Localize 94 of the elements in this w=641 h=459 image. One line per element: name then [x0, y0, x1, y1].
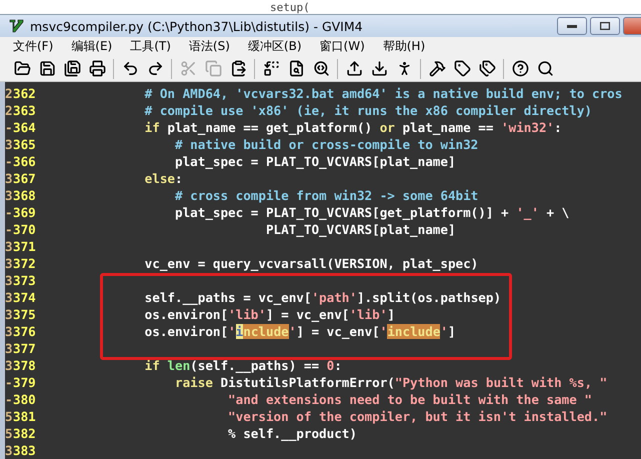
find-code-icon — [312, 60, 330, 78]
copy-icon — [204, 60, 222, 78]
menu-item[interactable]: 语法(S) — [180, 38, 239, 56]
fold-marker: 3 — [5, 188, 13, 203]
undo-icon — [122, 60, 138, 78]
fold-marker: 3 — [5, 171, 13, 186]
line-number: 367 — [13, 171, 37, 186]
folder-icon — [14, 60, 30, 78]
fold-marker: 3 — [5, 358, 13, 373]
line-number: 370 — [13, 222, 37, 237]
code-line: # On AMD64, 'vcvars32.bat amd64' is a native build env; to cros — [144, 86, 622, 101]
line-number: 369 — [13, 205, 37, 220]
code-line: # native build or cross-compile to win32 — [174, 137, 478, 152]
line-number: 371 — [13, 239, 37, 254]
fold-marker: - — [5, 154, 13, 169]
code-line: raise DistutilsPlatformError("Python was built with %s, " — [174, 375, 608, 390]
code-line: % self.__product) — [227, 426, 357, 441]
line-number: 362 — [13, 86, 37, 101]
clipboard-icon — [230, 60, 246, 78]
line-number: 364 — [13, 120, 37, 135]
menu-item[interactable]: 缓冲区(B) — [238, 38, 311, 56]
background-code-text: setup( — [270, 0, 310, 14]
line-number: 377 — [13, 341, 37, 356]
menu-item[interactable]: 帮助(H) — [374, 38, 434, 56]
code-line: if len(self.__paths) == 0: — [144, 358, 342, 373]
menu-item[interactable]: 文件(F) — [4, 38, 62, 56]
line-number: 380 — [13, 392, 37, 407]
save-icon — [38, 60, 56, 78]
line-number: 379 — [13, 375, 37, 390]
download-icon — [370, 60, 388, 78]
fold-marker: 3 — [5, 324, 13, 339]
fold-marker: - — [5, 205, 13, 220]
maximize-icon — [600, 22, 610, 30]
code-line: else: — [144, 171, 183, 186]
menu-item[interactable]: 窗口(W) — [310, 38, 374, 56]
line-number: 368 — [13, 188, 37, 203]
fold-marker: - — [5, 120, 13, 135]
code-line: "and extensions need to be built with the same " — [227, 392, 592, 407]
find-file-icon — [288, 60, 304, 78]
fold-marker: 3 — [5, 256, 13, 271]
search-icon — [536, 60, 554, 78]
code-line: os.environ['lib'] = vc_env['lib'] — [144, 307, 395, 322]
code-line: if plat_name == get_platform() or plat_name == 'win32': — [144, 120, 562, 135]
line-number: 378 — [13, 358, 37, 373]
fold-marker: 5 — [5, 409, 13, 424]
line-number: 376 — [13, 324, 37, 339]
fold-marker: - — [5, 375, 13, 390]
code-line: self.__paths = vc_env['path'].split(os.pathsep) — [144, 290, 502, 305]
line-number: 382 — [13, 426, 37, 441]
tags-icon — [478, 60, 496, 78]
code-line: os.environ['include'] = vc_env['include'] — [144, 324, 456, 339]
tag-icon — [454, 60, 470, 78]
minimize-button[interactable] — [557, 17, 587, 36]
fold-marker: 3 — [5, 341, 13, 356]
maximize-button[interactable] — [590, 17, 620, 36]
fold-marker: 3 — [5, 307, 13, 322]
minimize-icon — [567, 24, 577, 28]
fold-marker: 5 — [5, 426, 13, 441]
fold-marker: - — [5, 222, 13, 237]
scissors-icon — [180, 60, 196, 78]
line-number: 373 — [13, 273, 37, 288]
line-number: 375 — [13, 307, 37, 322]
help-icon — [512, 60, 528, 78]
fold-marker: 2 — [5, 103, 13, 118]
code-line: plat_spec = PLAT_TO_VCVARS[plat_name] — [174, 154, 456, 169]
code-line: plat_spec = PLAT_TO_VCVARS[get_platform()] + '_' + \ — [174, 205, 570, 220]
line-number: 374 — [13, 290, 37, 305]
fold-marker: 3 — [5, 273, 13, 288]
line-number: 366 — [13, 154, 37, 169]
fold-marker: 3 — [5, 443, 13, 458]
menu-item[interactable]: 编辑(E) — [62, 38, 122, 56]
code-line: # cross compile from win32 -> some 64bit — [174, 188, 478, 203]
fold-marker: - — [5, 392, 13, 407]
upload-icon — [346, 60, 362, 78]
redo-icon — [146, 60, 164, 78]
hammer-icon — [428, 60, 446, 78]
fold-marker: 3 — [5, 137, 13, 152]
line-number: 363 — [13, 103, 37, 118]
code-line: # compile use 'x86' (ie, it runs the x86 compiler directly) — [144, 103, 592, 118]
line-number: 383 — [13, 443, 37, 458]
code-line: vc_env = query_vcvarsall(VERSION, plat_spec) — [144, 256, 478, 271]
app-icon — [8, 18, 24, 34]
code-line: "version of the compiler, but it isn't installed." — [227, 409, 608, 424]
save-all-icon — [64, 60, 80, 78]
printer-icon — [88, 60, 106, 78]
line-number: 381 — [13, 409, 37, 424]
line-number: 365 — [13, 137, 37, 152]
fold-marker: 2 — [5, 86, 13, 101]
window-title: msvc9compiler.py (C:\Python37\Lib\distutils) - GVIM4 — [30, 18, 364, 34]
line-number: 372 — [13, 256, 37, 271]
fold-marker: 3 — [5, 239, 13, 254]
fold-marker: 3 — [5, 290, 13, 305]
code-line: PLAT_TO_VCVARS[plat_name] — [264, 222, 456, 237]
menu-item[interactable]: 工具(T) — [121, 38, 180, 56]
